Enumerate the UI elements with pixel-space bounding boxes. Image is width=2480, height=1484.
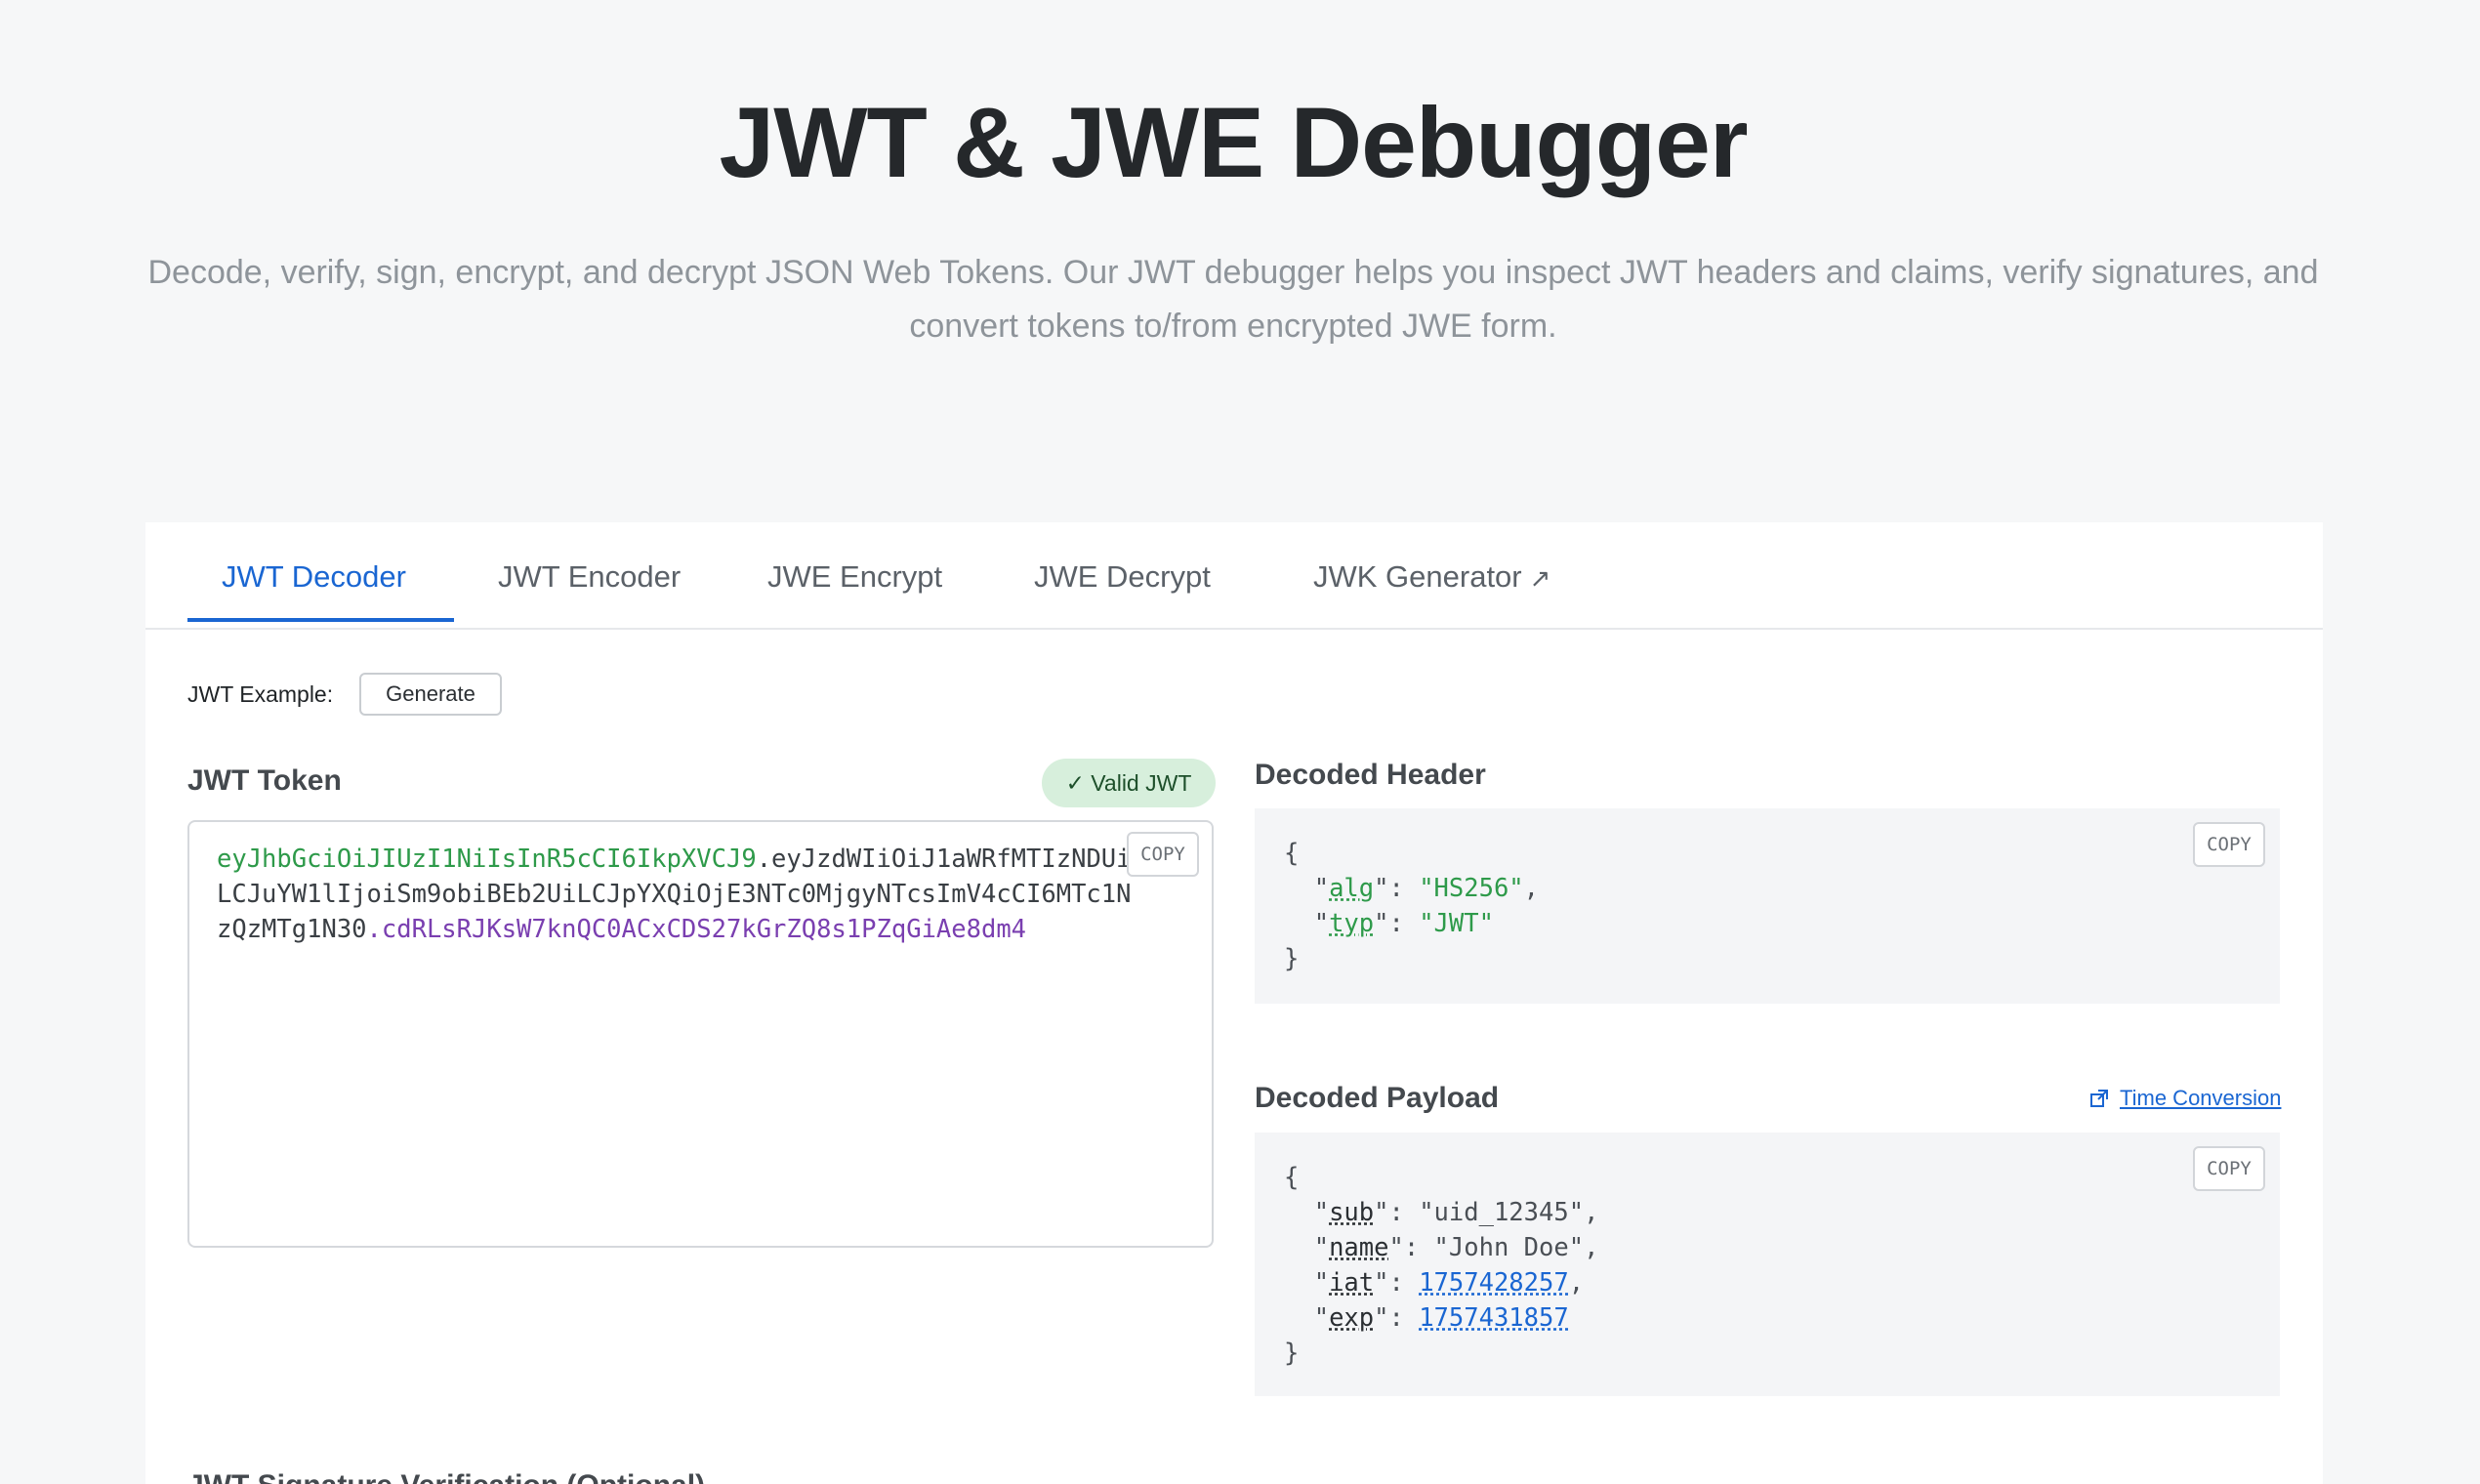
timestamp-value[interactable]: 1757428257 [1419, 1268, 1569, 1298]
time-conversion-link[interactable]: Time Conversion [2120, 1086, 2281, 1111]
generate-button[interactable]: Generate [359, 673, 502, 716]
json-key: iat [1329, 1268, 1375, 1298]
tab-jwk-generator[interactable]: JWK Generator ↗ [1313, 559, 1550, 595]
external-link-icon: ↗ [1529, 563, 1551, 593]
page-subtitle: Decode, verify, sign, encrypt, and decry… [147, 254, 2319, 345]
json-key: sub [1329, 1198, 1375, 1227]
decoded-payload-json: { "sub": "uid_12345", "name": "John Doe"… [1284, 1163, 1599, 1368]
token-signature-part: cdRLsRJKsW7knQC0ACxCDS27kGrZQ8s1PZqGiAe8… [381, 915, 1027, 944]
jwt-token-text: eyJhbGciOiJIUzI1NiIsInR5cCI6IkpXVCJ9.eyJ… [217, 842, 1135, 947]
token-header-part: eyJhbGciOiJIUzI1NiIsInR5cCI6IkpXVCJ9 [217, 845, 757, 874]
json-key: exp [1329, 1303, 1375, 1333]
valid-jwt-badge: ✓ Valid JWT [1042, 759, 1216, 807]
tab-jwe-encrypt[interactable]: JWE Encrypt [767, 559, 942, 595]
signature-verification-title: JWT Signature Verification (Optional) [187, 1469, 705, 1484]
token-dot: . [366, 915, 382, 944]
tab-bar: JWT Decoder JWT Encoder JWE Encrypt JWE … [145, 522, 2323, 630]
debugger-card: JWT Decoder JWT Encoder JWE Encrypt JWE … [145, 522, 2323, 1484]
timestamp-value[interactable]: 1757431857 [1419, 1303, 1569, 1333]
tab-jwt-encoder[interactable]: JWT Encoder [498, 559, 681, 595]
active-tab-indicator [187, 618, 454, 622]
jwt-token-title: JWT Token [187, 764, 342, 797]
json-key: name [1329, 1233, 1389, 1262]
json-key: typ [1329, 909, 1375, 938]
json-value: "uid_12345" [1419, 1198, 1585, 1227]
page-title: JWT & JWE Debugger [719, 87, 1748, 198]
tab-jwt-decoder[interactable]: JWT Decoder [222, 559, 406, 595]
decoded-header-json: { "alg": "HS256", "typ": "JWT" } [1284, 839, 1540, 973]
external-link-icon [2090, 1090, 2108, 1107]
decoded-payload-title: Decoded Payload [1255, 1082, 1500, 1114]
copy-token-button[interactable]: COPY [1127, 832, 1199, 877]
decoded-header-panel: { "alg": "HS256", "typ": "JWT" } COPY [1255, 808, 2280, 1004]
token-dot: . [756, 845, 772, 874]
tab-jwe-decrypt[interactable]: JWE Decrypt [1034, 559, 1211, 595]
copy-payload-button[interactable]: COPY [2193, 1146, 2265, 1191]
jwt-example-label: JWT Example: [187, 681, 334, 707]
json-value: "John Doe" [1433, 1233, 1585, 1262]
decoded-payload-panel: { "sub": "uid_12345", "name": "John Doe"… [1255, 1133, 2280, 1396]
json-value: "HS256" [1419, 874, 1524, 903]
jwt-token-input[interactable]: eyJhbGciOiJIUzI1NiIsInR5cCI6IkpXVCJ9.eyJ… [187, 820, 1214, 1248]
decoded-header-title: Decoded Header [1255, 759, 1486, 791]
tab-jwk-generator-label: JWK Generator [1313, 559, 1522, 594]
copy-header-button[interactable]: COPY [2193, 822, 2265, 867]
json-key: alg [1329, 874, 1375, 903]
json-value: "JWT" [1419, 909, 1494, 938]
